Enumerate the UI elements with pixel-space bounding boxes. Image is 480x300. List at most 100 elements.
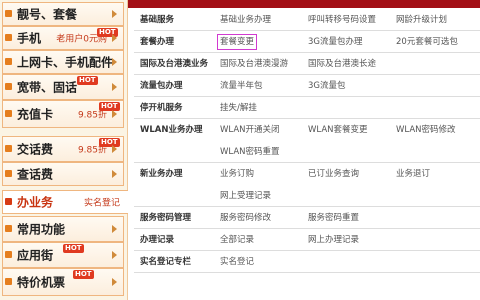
chevron-right-icon: [112, 34, 117, 42]
chevron-right-icon: [112, 251, 117, 259]
sidebar-item-label: 应用街: [17, 248, 54, 263]
chevron-right-icon: [112, 278, 117, 286]
service-link[interactable]: 网上受理记录: [220, 191, 271, 201]
bullet-icon: [5, 10, 12, 17]
sidebar-item-label: 上网卡、手机配件: [17, 55, 114, 70]
service-link[interactable]: 服务密码重置: [308, 213, 359, 223]
table-row: 停开机服务 挂失/解挂: [134, 96, 480, 119]
table-row: 流量包办理 流量半年包 3G流量包: [134, 74, 480, 97]
chevron-right-icon: [112, 10, 117, 18]
sidebar-item-kuandai[interactable]: 宽带、固话 HOT: [2, 74, 124, 100]
service-link[interactable]: 基础业务办理: [220, 15, 271, 25]
sidebar-item-banyewu[interactable]: 办业务 实名登记: [2, 190, 130, 214]
table-row: WLAN业务办理 WLAN开通关闭 WLAN套餐变更 WLAN密码修改: [134, 118, 480, 140]
sidebar-item-shangwangka[interactable]: 上网卡、手机配件: [2, 50, 124, 74]
service-link[interactable]: 国际及台港澳漫游: [220, 59, 288, 69]
chevron-right-icon: [112, 83, 117, 91]
service-link[interactable]: 3G流量包办理: [308, 37, 363, 47]
bullet-icon: [5, 145, 12, 152]
sidebar-item-yingyongjie[interactable]: 应用街 HOT: [2, 242, 124, 268]
bullet-icon: [5, 34, 12, 41]
sidebar-item-label: 靓号、套餐: [17, 7, 78, 22]
table-row: 基础服务 基础业务办理 呼叫转移号码设置 网龄升级计划: [134, 8, 480, 31]
chevron-right-icon: [112, 110, 117, 118]
sidebar-item-label: 特价机票: [17, 275, 66, 290]
category-label: [134, 140, 216, 163]
page: 靓号、套餐 手机 老用户0元购 HOT 上网卡、手机配件 宽带、固话 HOT 充…: [0, 0, 480, 300]
category-label: 服务密码管理: [134, 206, 216, 229]
top-banner-strip: [128, 0, 480, 8]
bullet-icon: [5, 225, 12, 232]
service-link[interactable]: WLAN开通关闭: [220, 125, 280, 135]
sidebar-item-chahuafei[interactable]: 查话费: [2, 162, 124, 186]
bullet-icon: [5, 198, 12, 205]
service-link[interactable]: 网龄升级计划: [396, 15, 447, 25]
table-row: 实名登记专栏 实名登记: [134, 250, 480, 273]
category-label: [134, 184, 216, 207]
service-panel: 基础服务 基础业务办理 呼叫转移号码设置 网龄升级计划 套餐办理 套餐变更 3G…: [128, 0, 480, 300]
category-label: WLAN业务办理: [140, 125, 203, 136]
sidebar-item-label: 充值卡: [17, 107, 54, 122]
service-link[interactable]: 3G流量包: [308, 81, 346, 91]
sidebar-item-label: 手机: [17, 31, 42, 46]
category-label: 办理记录: [134, 228, 216, 251]
service-link[interactable]: 挂失/解挂: [220, 103, 257, 113]
category-label: 流量包办理: [134, 74, 216, 97]
hot-badge: HOT: [63, 244, 84, 253]
sidebar-item-label: 交话费: [17, 142, 54, 157]
table-row: 办理记录 全部记录 网上办理记录: [134, 228, 480, 251]
realname-note: 实名登记: [83, 198, 120, 209]
hot-badge: HOT: [73, 270, 94, 279]
table-row: 新业务办理 业务订购 已订业务查询 业务退订: [134, 162, 480, 184]
sidebar-item-changyong[interactable]: 常用功能: [2, 216, 124, 242]
sidebar-item-label: 查话费: [17, 167, 54, 182]
package-change-link[interactable]: 套餐变更: [216, 34, 258, 50]
bullet-icon: [5, 58, 12, 65]
service-link[interactable]: 全部记录: [220, 235, 254, 245]
service-link[interactable]: 已订业务查询: [308, 169, 359, 179]
bullet-icon: [5, 83, 12, 90]
category-label: 国际及台港澳业务: [134, 52, 216, 75]
category-label: 套餐办理: [134, 30, 216, 53]
chevron-right-icon: [112, 145, 117, 153]
sidebar-item-jiaohuafei[interactable]: 交话费 9.85折 HOT: [2, 136, 124, 162]
service-link[interactable]: 呼叫转移号码设置: [308, 15, 376, 25]
bullet-icon: [5, 170, 12, 177]
service-link[interactable]: 国际及台港澳长途: [308, 59, 376, 69]
service-link[interactable]: 业务订购: [220, 169, 254, 179]
service-link[interactable]: 20元套餐可选包: [396, 37, 458, 47]
sidebar-item-tejiajipiao[interactable]: 特价机票 HOT: [2, 268, 124, 296]
service-link[interactable]: 流量半年包: [220, 81, 263, 91]
sidebar-item-label: 办业务: [17, 195, 54, 210]
bullet-icon: [5, 251, 12, 258]
sidebar-item-chongzhika[interactable]: 充值卡 9.85折 HOT: [2, 100, 124, 128]
service-link[interactable]: WLAN套餐变更: [308, 125, 368, 135]
service-link[interactable]: 业务退订: [396, 169, 430, 179]
table-row: 套餐办理 套餐变更 3G流量包办理 20元套餐可选包: [134, 30, 480, 53]
sidebar-nav: 靓号、套餐 手机 老用户0元购 HOT 上网卡、手机配件 宽带、固话 HOT 充…: [0, 0, 130, 300]
service-table: 基础服务 基础业务办理 呼叫转移号码设置 网龄升级计划 套餐办理 套餐变更 3G…: [134, 8, 480, 273]
bullet-icon: [5, 278, 12, 285]
category-label: 停开机服务: [134, 96, 216, 119]
table-row: WLAN密码重置: [134, 140, 480, 163]
sidebar-item-label: 常用功能: [17, 222, 66, 237]
hot-badge: HOT: [77, 76, 98, 85]
bullet-icon: [5, 110, 12, 117]
category-label: 新业务办理: [140, 169, 183, 180]
table-row: 网上受理记录: [134, 184, 480, 207]
category-label: 基础服务: [134, 8, 216, 31]
service-link[interactable]: 网上办理记录: [308, 235, 359, 245]
chevron-right-icon: [112, 225, 117, 233]
sidebar-item-label: 宽带、固话: [17, 80, 78, 95]
table-row: 国际及台港澳业务 国际及台港澳漫游 国际及台港澳长途: [134, 52, 480, 75]
chevron-right-icon: [112, 170, 117, 178]
service-link[interactable]: 实名登记: [220, 257, 254, 267]
service-link[interactable]: WLAN密码重置: [220, 147, 280, 157]
sidebar-item-haoma-taocan[interactable]: 靓号、套餐: [2, 2, 124, 26]
service-link[interactable]: 服务密码修改: [220, 213, 271, 223]
service-link[interactable]: WLAN密码修改: [396, 125, 456, 135]
sidebar-item-shouji[interactable]: 手机 老用户0元购 HOT: [2, 26, 124, 50]
chevron-right-icon: [112, 58, 117, 66]
table-row: 服务密码管理 服务密码修改 服务密码重置: [134, 206, 480, 229]
category-label: 实名登记专栏: [134, 250, 216, 273]
